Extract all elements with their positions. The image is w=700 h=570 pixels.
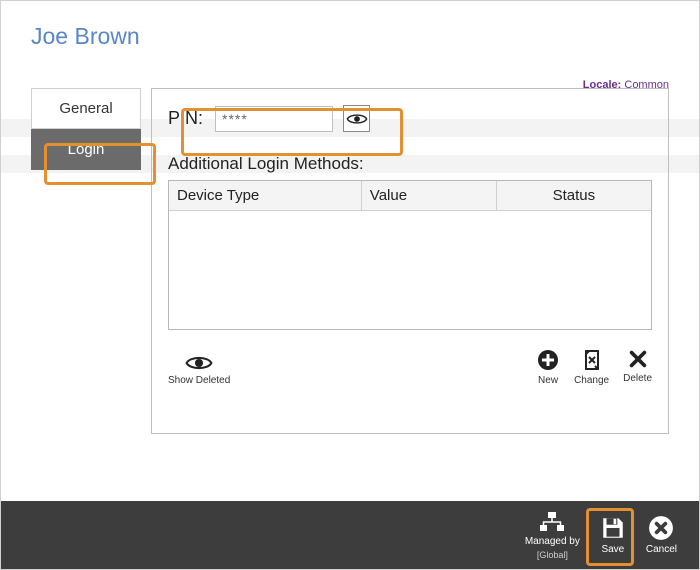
- tab-general[interactable]: General: [31, 88, 141, 129]
- additional-login-label: Additional Login Methods:: [168, 154, 652, 174]
- cancel-icon: [648, 515, 674, 541]
- plus-circle-icon: [536, 348, 560, 372]
- column-device-type[interactable]: Device Type: [169, 181, 362, 210]
- eye-icon: [185, 354, 213, 372]
- delete-button[interactable]: Delete: [623, 348, 652, 386]
- delete-label: Delete: [623, 373, 652, 384]
- change-label: Change: [574, 375, 609, 386]
- bottom-bar: Managed by [Global] Save Cancel: [1, 501, 699, 569]
- column-status[interactable]: Status: [497, 181, 651, 210]
- show-deleted-label: Show Deleted: [168, 375, 230, 386]
- body-layout: General Login PIN: Additional Login Meth…: [31, 88, 669, 434]
- cancel-button[interactable]: Cancel: [644, 511, 679, 559]
- save-button[interactable]: Save: [598, 511, 628, 559]
- change-icon: [580, 348, 604, 372]
- dialog-window: Joe Brown Locale: Common General Login P…: [0, 0, 700, 570]
- panel-footer-right: New Change: [536, 348, 652, 386]
- panel-footer: Show Deleted New: [168, 348, 652, 386]
- new-label: New: [538, 375, 558, 386]
- change-button[interactable]: Change: [574, 348, 609, 386]
- main-content: Joe Brown Locale: Common General Login P…: [1, 1, 699, 501]
- eye-icon: [346, 112, 368, 126]
- managed-by-label: Managed by: [525, 536, 580, 547]
- managed-by-button[interactable]: Managed by [Global]: [523, 507, 582, 564]
- table-header: Device Type Value Status: [169, 181, 651, 211]
- show-deleted-button[interactable]: Show Deleted: [168, 354, 230, 386]
- tab-login[interactable]: Login: [31, 129, 141, 170]
- hierarchy-icon: [539, 511, 565, 533]
- table-body: [169, 211, 651, 329]
- tab-list: General Login: [31, 88, 141, 434]
- pin-label: PIN:: [168, 108, 203, 129]
- new-button[interactable]: New: [536, 348, 560, 386]
- pin-row: PIN:: [168, 105, 652, 132]
- reveal-pin-button[interactable]: [343, 105, 370, 132]
- save-label: Save: [601, 544, 624, 555]
- cancel-label: Cancel: [646, 544, 677, 555]
- login-panel: PIN: Additional Login Methods: Device Ty…: [151, 88, 669, 434]
- login-methods-table: Device Type Value Status: [168, 180, 652, 330]
- page-title: Joe Brown: [31, 23, 669, 50]
- column-value[interactable]: Value: [362, 181, 497, 210]
- save-icon: [600, 515, 626, 541]
- managed-by-sublabel: [Global]: [537, 550, 568, 560]
- pin-input[interactable]: [215, 106, 333, 132]
- close-icon: [627, 348, 649, 370]
